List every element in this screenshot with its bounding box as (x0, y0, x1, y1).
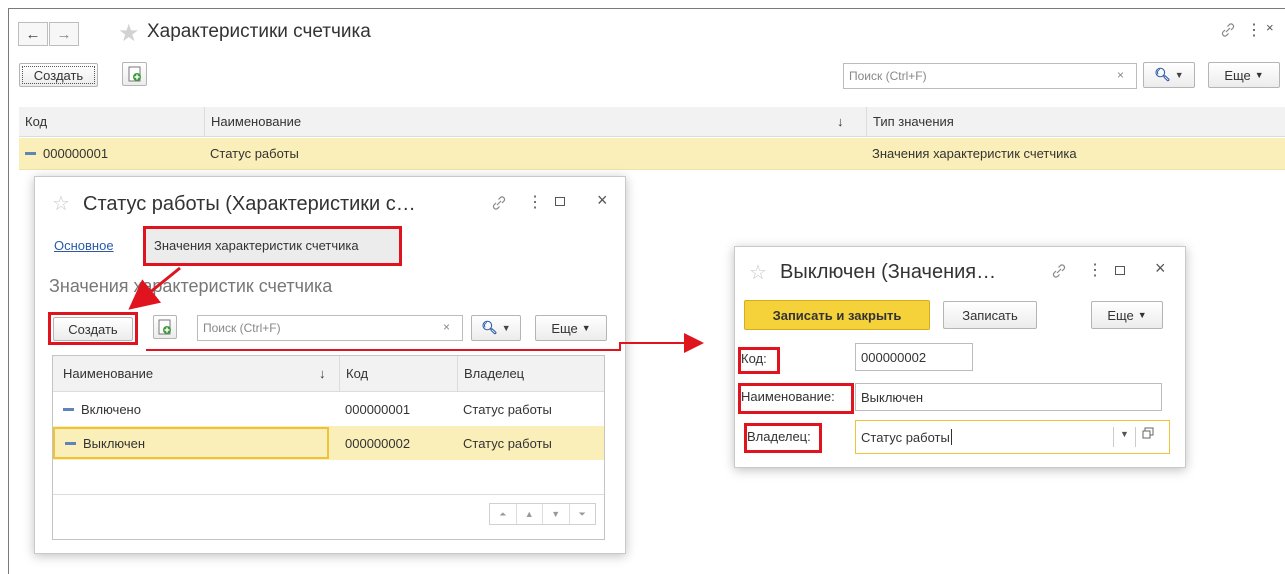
scroll-down-icon[interactable]: ▼ (542, 504, 569, 524)
close-icon[interactable]: × (1155, 258, 1166, 279)
column-header-code[interactable]: Код (339, 356, 457, 391)
save-button[interactable]: Записать (943, 301, 1037, 329)
owner-field-value: Статус работы (861, 429, 950, 445)
search-button[interactable]: 🔍︎ ▼ (471, 315, 521, 341)
row-type: Значения характеристик счетчика (872, 146, 1077, 161)
more-label: Еще (551, 320, 578, 336)
row-code: 000000001 (345, 401, 411, 417)
forward-button[interactable]: → (49, 22, 79, 46)
scroll-bottom-icon[interactable]: ⏷ (568, 504, 596, 524)
section-title: Значения характеристик счетчика (49, 276, 333, 296)
back-button[interactable]: ← (18, 22, 48, 46)
save-and-close-button[interactable]: Записать и закрыть (744, 300, 930, 330)
tab-characteristic-values[interactable]: Значения характеристик счетчика (143, 226, 402, 266)
row-owner: Статус работы (463, 401, 552, 417)
divider (1113, 427, 1114, 447)
close-icon[interactable]: × (1266, 20, 1274, 35)
row-code: 000000001 (43, 146, 109, 161)
divider (1135, 427, 1136, 447)
table-row[interactable]: 000000001 Статус работы Значения характе… (19, 138, 1285, 170)
search-input[interactable]: Поиск (Ctrl+F) (197, 315, 463, 341)
create-button[interactable]: Создать (53, 317, 133, 341)
table-scroll-controls: ⏶ ▲ ▼ ⏷ (489, 503, 596, 525)
close-icon[interactable]: × (597, 190, 608, 211)
values-table-header: Наименование ↓ Код Владелец (53, 356, 604, 392)
more-vertical-icon[interactable]: ⋮ (527, 192, 543, 212)
row-name-cell: Выключен (53, 427, 329, 459)
search-icon: 🔍︎ (481, 320, 498, 335)
row-name: Выключен (83, 435, 146, 451)
owner-label: Владелец: (747, 429, 811, 444)
search-clear-icon[interactable]: × (1117, 68, 1124, 82)
values-table: Наименование ↓ Код Владелец Включено 000… (52, 355, 605, 540)
divider (53, 494, 604, 495)
more-label: Еще (1107, 307, 1134, 323)
dialog-title: Статус работы (Характеристики с… (83, 193, 416, 215)
column-header-name-label: Наименование (211, 114, 302, 129)
link-icon[interactable] (1220, 22, 1236, 43)
more-menu-button[interactable]: Еще ▼ (535, 315, 607, 341)
tab-main[interactable]: Основное (54, 238, 114, 253)
dialog-title: Выключен (Значения… (780, 261, 997, 283)
row-name: Включено (81, 401, 141, 417)
forward-arrow-icon: → (56, 25, 72, 43)
maximize-icon[interactable] (1115, 266, 1125, 275)
main-table-header: Код Наименование ↓ Тип значения (19, 107, 1285, 137)
link-icon[interactable] (1051, 263, 1067, 282)
scroll-up-icon[interactable]: ▲ (515, 504, 543, 524)
search-input[interactable]: Поиск (Ctrl+F) (843, 63, 1137, 89)
column-header-name[interactable]: Наименование (204, 107, 866, 136)
star-icon[interactable]: ☆ (749, 260, 767, 285)
name-field[interactable]: Выключен (855, 383, 1162, 411)
row-name-cell: Включено (53, 392, 339, 426)
add-copy-button[interactable] (122, 62, 147, 86)
text-cursor (950, 429, 952, 445)
search-clear-icon[interactable]: × (443, 320, 450, 334)
row-owner: Статус работы (463, 435, 552, 451)
item-icon (65, 441, 76, 445)
row-code-cell: 000000001 (19, 138, 204, 169)
star-icon[interactable]: ☆ (52, 191, 70, 216)
add-copy-button[interactable] (153, 315, 177, 339)
more-vertical-icon[interactable]: ⋮ (1087, 260, 1103, 280)
column-header-owner[interactable]: Владелец (457, 356, 604, 391)
add-copy-icon (128, 66, 141, 82)
more-menu-button[interactable]: Еще ▼ (1208, 62, 1280, 88)
search-icon: 🔍︎ (1154, 67, 1171, 82)
column-header-code[interactable]: Код (19, 107, 204, 136)
tab-characteristic-values-label: Значения характеристик счетчика (154, 238, 359, 253)
name-label: Наименование: (741, 389, 835, 404)
maximize-icon[interactable] (555, 197, 565, 206)
star-icon[interactable]: ★ (118, 19, 140, 48)
sort-indicator: ↓ (837, 114, 844, 129)
item-icon (63, 407, 74, 411)
value-dialog: ☆ Выключен (Значения… ⋮ × Записать и зак… (734, 246, 1186, 468)
table-row-selected[interactable]: Выключен 000000002 Статус работы (53, 426, 604, 460)
more-menu-button[interactable]: Еще ▼ (1091, 301, 1163, 329)
search-button[interactable]: 🔍︎ ▼ (1143, 62, 1195, 88)
add-copy-icon (158, 319, 171, 335)
more-vertical-icon[interactable]: ⋮ (1246, 20, 1262, 40)
dropdown-icon[interactable]: ▼ (1120, 429, 1129, 439)
page-title: Характеристики счетчика (147, 21, 371, 42)
link-icon[interactable] (491, 195, 507, 214)
more-label: Еще (1224, 67, 1251, 83)
characteristic-dialog: ☆ Статус работы (Характеристики с… ⋮ × О… (34, 176, 626, 554)
row-code: 000000002 (345, 435, 411, 451)
row-name: Статус работы (210, 146, 299, 161)
create-button[interactable]: Создать (19, 63, 98, 87)
scroll-top-icon[interactable]: ⏶ (490, 504, 516, 524)
table-row[interactable]: Включено 000000001 Статус работы (53, 392, 604, 426)
code-field[interactable]: 000000002 (855, 343, 973, 371)
open-icon[interactable] (1142, 427, 1154, 442)
column-header-name[interactable]: Наименование (53, 356, 339, 391)
item-icon (25, 152, 36, 155)
back-arrow-icon: ← (25, 25, 41, 43)
sort-indicator: ↓ (319, 366, 326, 381)
code-label: Код: (741, 351, 767, 366)
column-header-type[interactable]: Тип значения (866, 107, 1285, 136)
